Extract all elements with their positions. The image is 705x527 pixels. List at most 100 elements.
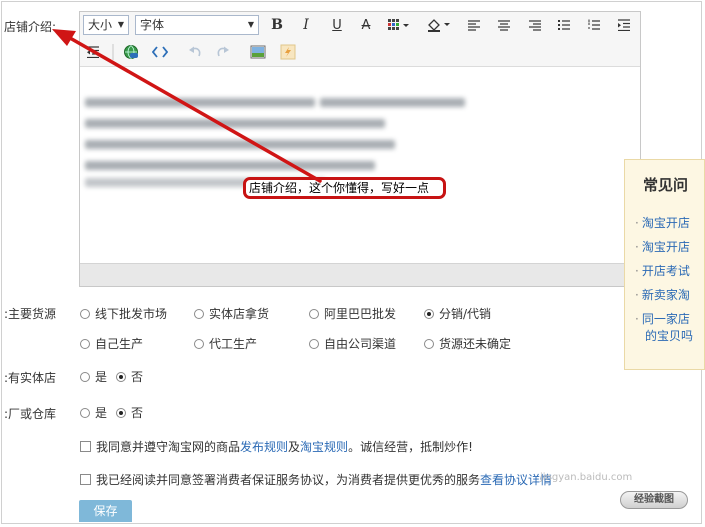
radio-label: 否 [131, 370, 144, 384]
faq-link-continued[interactable]: 的宝贝吗 [645, 327, 693, 344]
radio-circle-checked[interactable] [116, 407, 126, 418]
warehouse-yes-radio[interactable]: 是 [80, 404, 107, 421]
radio-label: 阿里巴巴批发 [324, 307, 397, 321]
warehouse-no-radio[interactable]: 否 [116, 404, 143, 421]
radio-label: 分销/代销 [439, 307, 492, 321]
redo-button[interactable] [213, 42, 233, 62]
faq-link-text: 同一家店 [641, 312, 690, 326]
agree-protection-checkbox[interactable]: 我已经阅读并同意签署消费者保证服务协议，为消费者提供更优秀的服务 查看协议详情 [80, 471, 552, 488]
insert-link-button[interactable] [121, 42, 141, 62]
radio-circle[interactable] [80, 338, 90, 349]
outdent-icon [87, 46, 99, 58]
main-source-label: 主要货源: [4, 305, 70, 322]
rich-text-editor[interactable]: 大小 ▼ 字体 ▼ B I U A [79, 11, 641, 287]
has-store-yes-radio[interactable]: 是 [80, 368, 107, 385]
source-radio[interactable]: 实体店拿货 [194, 305, 269, 322]
faq-link[interactable]: · 开店考试 [635, 262, 690, 279]
shop-intro-label: 店铺介绍: [4, 20, 57, 34]
editor-resize-bar[interactable] [80, 263, 640, 286]
insert-image-button[interactable] [248, 42, 268, 62]
chevron-down-icon: ▼ [117, 20, 124, 29]
italic-button[interactable]: I [296, 15, 316, 35]
grid-icon [388, 19, 409, 30]
taobao-rules-link[interactable]: 淘宝规则 [300, 438, 348, 455]
source-radio[interactable]: 自己生产 [80, 335, 143, 352]
indent-button[interactable] [614, 15, 634, 35]
has-warehouse-label: 厂或仓库: [4, 405, 70, 422]
insert-flash-button[interactable] [278, 42, 298, 62]
faq-title: 常见问 [643, 176, 689, 194]
agree-protection-text: 我已经阅读并同意签署消费者保证服务协议，为消费者提供更优秀的服务 [96, 473, 481, 487]
align-right-button[interactable] [525, 15, 545, 35]
source-code-button[interactable] [150, 42, 170, 62]
redo-icon [217, 46, 229, 57]
underline-button[interactable]: U [327, 15, 347, 35]
bullet-list-button[interactable] [554, 15, 574, 35]
table-grid-button[interactable] [386, 15, 412, 35]
faq-link[interactable]: · 同一家店 [635, 310, 690, 327]
has-store-label-text: 有实体店: [4, 371, 57, 385]
align-center-button[interactable] [494, 15, 514, 35]
radio-circle[interactable] [80, 407, 90, 418]
source-radio-selected[interactable]: 分销/代销 [424, 305, 491, 322]
publish-rules-link[interactable]: 发布规则 [240, 438, 288, 455]
globe-link-icon [124, 45, 138, 59]
chevron-down-icon: ▼ [247, 20, 254, 29]
radio-circle[interactable] [194, 308, 204, 319]
image-icon [250, 45, 266, 59]
checkbox-box[interactable] [80, 441, 91, 452]
watermark-badge: 经验截图 [620, 491, 688, 509]
checkbox-box[interactable] [80, 474, 91, 485]
radio-label: 自己生产 [95, 337, 144, 351]
source-radio[interactable]: 自由公司渠道 [309, 335, 396, 352]
outdent-button[interactable] [83, 42, 103, 62]
undo-button[interactable] [185, 42, 205, 62]
numbered-list-button[interactable] [584, 15, 604, 35]
radio-circle[interactable] [309, 308, 319, 319]
agree-rules-text: 我同意并遵守淘宝网的商品 [96, 440, 241, 454]
agree-rules-checkbox[interactable]: 我同意并遵守淘宝网的商品 发布规则 及淘宝规则 。诚信经营，抵制炒作! [80, 438, 473, 455]
source-radio[interactable]: 货源还未确定 [424, 335, 511, 352]
has-warehouse-label-text: 厂或仓库: [4, 407, 57, 421]
radio-label: 线下批发市场 [95, 307, 168, 321]
font-size-select-label: 大小 [88, 18, 113, 32]
faq-panel: 常见问 · 淘宝开店 · 淘宝开店 · 开店考试 · 新卖家淘 · 同一家店 的宝贝吗 [624, 159, 705, 370]
align-left-button[interactable] [464, 15, 484, 35]
numbered-list-icon [588, 19, 600, 30]
radio-circle[interactable] [80, 371, 90, 382]
source-radio[interactable]: 阿里巴巴批发 [309, 305, 396, 322]
strikethrough-button[interactable]: A [356, 15, 376, 35]
faq-link[interactable]: · 淘宝开店 [635, 238, 690, 255]
main-source-label-text: 主要货源: [4, 307, 57, 321]
radio-circle[interactable] [309, 338, 319, 349]
editor-toolbar: 大小 ▼ 字体 ▼ B I U A [80, 12, 640, 67]
radio-label: 否 [131, 406, 144, 420]
blurred-intro-text [85, 92, 465, 188]
faq-link[interactable]: · 淘宝开店 [635, 214, 690, 231]
watermark-text: jingyan.baidu.com [540, 472, 633, 483]
radio-circle[interactable] [194, 338, 204, 349]
source-radio[interactable]: 代工生产 [194, 335, 257, 352]
source-radio[interactable]: 线下批发市场 [80, 305, 167, 322]
align-left-icon [468, 20, 480, 31]
font-size-select[interactable]: 大小 ▼ [83, 15, 129, 35]
radio-circle[interactable] [424, 338, 434, 349]
radio-label: 代工生产 [209, 337, 258, 351]
align-right-icon [529, 20, 541, 31]
separator-line-icon [112, 44, 114, 60]
undo-icon [189, 46, 201, 57]
font-family-select[interactable]: 字体 ▼ [135, 15, 259, 35]
code-icon [152, 46, 168, 58]
agree-rules-suffix: 。诚信经营，抵制炒作! [348, 440, 473, 454]
bold-button[interactable]: B [267, 15, 287, 35]
indent-icon [618, 19, 630, 31]
fill-color-button[interactable] [425, 15, 453, 35]
radio-label: 货源还未确定 [439, 337, 512, 351]
radio-circle[interactable] [80, 308, 90, 319]
faq-link[interactable]: · 新卖家淘 [635, 286, 690, 303]
save-button[interactable]: 保存 [79, 500, 132, 522]
radio-circle-checked[interactable] [424, 308, 434, 319]
radio-circle-checked[interactable] [116, 371, 126, 382]
toolbar-separator [109, 42, 117, 62]
has-store-no-radio[interactable]: 否 [116, 368, 143, 385]
